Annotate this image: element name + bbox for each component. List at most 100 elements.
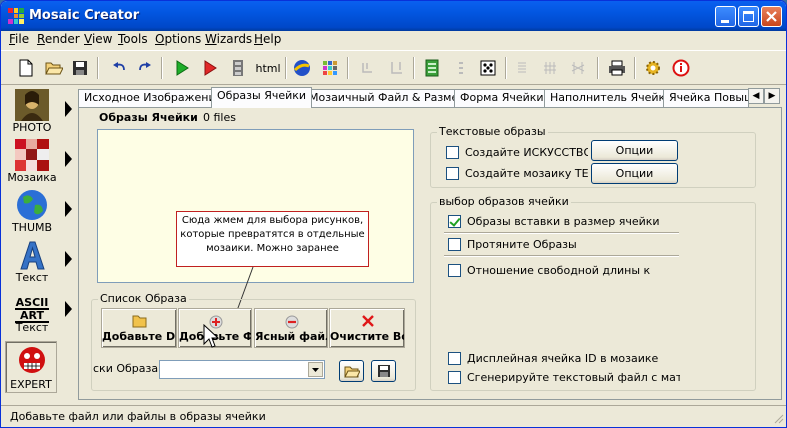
stretch-images-checkbox[interactable]: Протяните Образы [448, 238, 577, 251]
dice-button[interactable] [477, 57, 499, 79]
columns-button[interactable] [539, 57, 561, 79]
toolbar-separator [161, 57, 163, 79]
tab-scroll-right[interactable]: ▶ [764, 88, 780, 104]
checkbox-box-checked[interactable] [448, 215, 461, 228]
toolbar-separator [413, 57, 415, 79]
menu-file[interactable]: File [9, 32, 29, 46]
save-list-button[interactable] [371, 360, 396, 382]
fit-images-checkbox[interactable]: Образы вставки в размер ячейки [448, 215, 660, 228]
sidebar-item-mosaic[interactable]: Мозаика [5, 137, 72, 189]
minimize-button[interactable] [715, 6, 736, 27]
play-red-button[interactable] [199, 57, 221, 79]
menu-help[interactable]: Help [254, 32, 281, 46]
clear-all-button[interactable]: Очистите Все [329, 308, 405, 348]
create-text-mosaic-checkbox[interactable]: Создайте мозаику ТЕКСТ [446, 167, 588, 180]
title-bar[interactable]: Mosaic Creator [1, 1, 786, 31]
clear-file-button[interactable]: Ясный файл [254, 308, 328, 348]
save-button[interactable] [69, 57, 91, 79]
toolbar-separator [597, 57, 599, 79]
app-icon [8, 8, 24, 24]
grid-button[interactable] [319, 57, 341, 79]
combobox-dropdown-button[interactable] [308, 362, 323, 377]
checkbox-box[interactable] [448, 238, 461, 251]
color-grid-icon [323, 61, 337, 75]
display-cell-id-checkbox[interactable]: Дисплейная ячейка ID в мозаике [448, 352, 658, 365]
sidebar-item-thumb[interactable]: THUMB [5, 187, 72, 239]
web-button[interactable] [291, 57, 313, 79]
tab-cell-enhance[interactable]: Ячейка Повыш [663, 89, 749, 107]
menu-wizards[interactable]: Wizards [205, 32, 252, 46]
sidebar-label-thumb: THUMB [11, 221, 53, 234]
dots-button[interactable] [450, 57, 472, 79]
open-folder-icon [343, 366, 361, 378]
tab-source-image[interactable]: Исходное Изображение [78, 89, 229, 107]
checkbox-box[interactable] [448, 264, 461, 277]
window-title: Mosaic Creator [29, 8, 140, 23]
tab-mosaic-file-size[interactable]: Мозаичный Файл & Размер [303, 89, 472, 107]
new-file-button[interactable] [15, 57, 37, 79]
mirror-button[interactable] [357, 57, 379, 79]
sidebar-label-expert: EXPERT [10, 378, 52, 391]
app-window: Mosaic Creator File Render View Tools Op… [0, 0, 787, 428]
menu-view[interactable]: View [84, 32, 112, 46]
about-button[interactable] [670, 57, 692, 79]
tab-cell-shape[interactable]: Форма Ячейки [454, 89, 550, 107]
maximize-button[interactable] [738, 6, 759, 27]
checkbox-box[interactable] [446, 167, 459, 180]
create-ascii-art-checkbox[interactable]: Создайте ИСКУССТВО ASCII [446, 146, 588, 159]
red-x-icon [362, 315, 374, 327]
settings-button[interactable] [642, 57, 664, 79]
print-button[interactable] [606, 57, 628, 79]
free-length-ratio-checkbox[interactable]: Отношение свободной длины к [448, 264, 650, 277]
image-path-label: ски Образа [93, 362, 159, 375]
ascii-options-button[interactable]: Опции [591, 140, 678, 161]
generate-text-file-checkbox[interactable]: Сгенерируйте текстовый файл с матрицей [448, 371, 680, 384]
chevron-down-icon [312, 368, 319, 372]
play-button[interactable] [171, 57, 193, 79]
crop-button[interactable] [385, 57, 407, 79]
menu-bar: File Render View Tools Options Wizards H… [1, 31, 786, 49]
page-button[interactable] [421, 57, 443, 79]
image-list-legend: Список Образа [98, 292, 189, 305]
redo-button[interactable] [134, 57, 156, 79]
browse-folder-button[interactable] [339, 360, 364, 382]
sidebar-item-expert[interactable]: EXPERT [5, 341, 57, 393]
sidebar-item-photo[interactable]: PHOTO [5, 87, 72, 139]
mouse-cursor-icon [203, 324, 219, 348]
tab-scroll-left[interactable]: ◀ [748, 88, 764, 104]
save-disk-icon [73, 61, 87, 75]
text-images-legend: Текстовые образы [437, 125, 548, 138]
tab-cell-filler[interactable]: Наполнитель Ячейки [544, 89, 679, 107]
film-button[interactable] [227, 57, 249, 79]
checkbox-box[interactable] [446, 146, 459, 159]
toolbar-separator [634, 57, 636, 79]
printer-icon [609, 60, 625, 76]
sidebar-item-ascii[interactable]: ASCII ART Текст [5, 287, 72, 339]
sidebar-item-text[interactable]: Текст [5, 237, 72, 289]
shuffle-button[interactable] [567, 57, 589, 79]
menu-render[interactable]: Render [37, 32, 80, 46]
menu-tools[interactable]: Tools [118, 32, 148, 46]
tab-cell-images[interactable]: Образы Ячейки [211, 87, 313, 108]
menu-options[interactable]: Options [155, 32, 201, 46]
add-dir-button[interactable]: Добавьте Dir [101, 308, 177, 348]
play-red-icon [204, 60, 217, 76]
image-path-combobox[interactable] [159, 360, 325, 379]
html-button[interactable]: html [255, 57, 281, 79]
mosaic-grid-icon [15, 139, 49, 171]
text-mosaic-options-button[interactable]: Опции [591, 163, 678, 184]
sidebar-label-text: Текст [15, 271, 49, 284]
open-button[interactable] [43, 57, 65, 79]
shuffle-icon [571, 62, 585, 74]
help-callout: Сюда жмем для выбора рисунков, которые п… [176, 211, 369, 267]
mirror-icon [362, 63, 372, 73]
checkbox-box[interactable] [448, 371, 461, 384]
triangle-right-icon [65, 201, 72, 217]
triangle-right-icon [65, 251, 72, 267]
resize-grip-icon[interactable] [772, 412, 784, 424]
undo-button[interactable] [108, 57, 130, 79]
folder-open-icon [132, 315, 147, 328]
checkbox-box[interactable] [448, 352, 461, 365]
rows-button[interactable] [511, 57, 533, 79]
close-button[interactable] [761, 6, 782, 27]
